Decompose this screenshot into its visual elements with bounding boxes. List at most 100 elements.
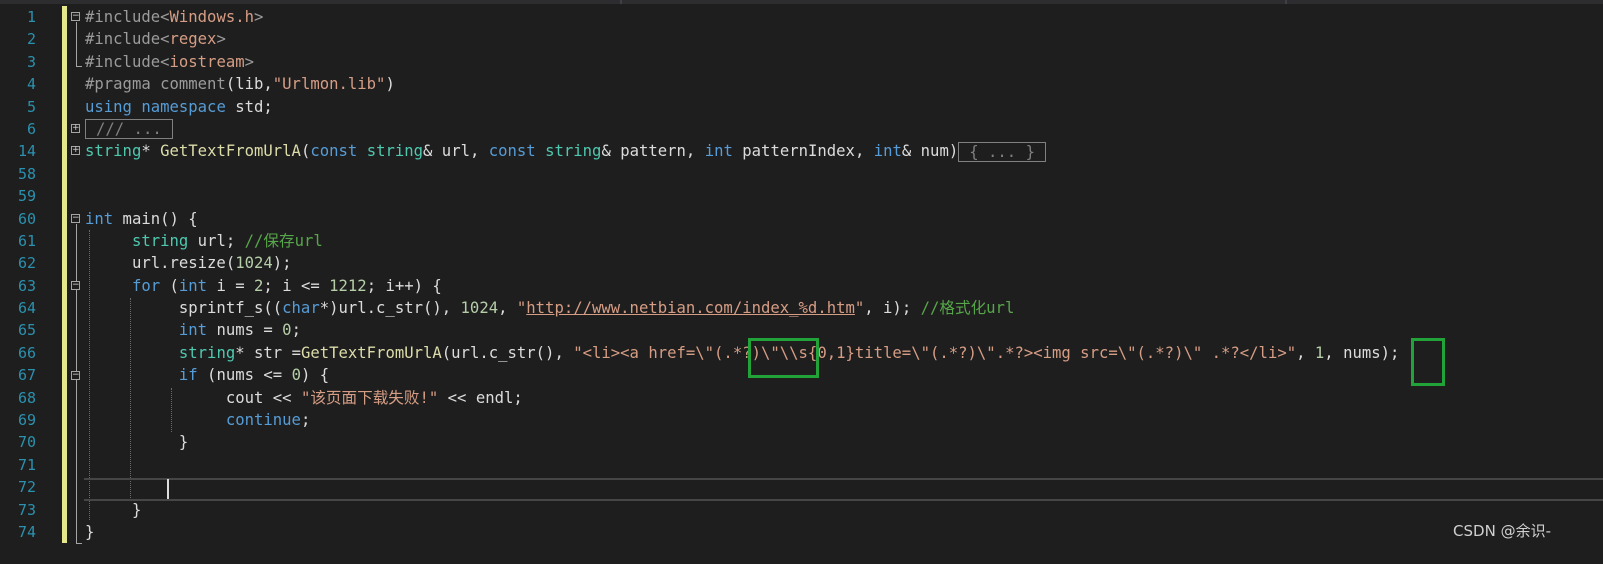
code-token: } (85, 500, 142, 519)
code-token: * str = (235, 343, 301, 362)
code-line[interactable]: /// ... (85, 118, 1399, 140)
code-token: "Urlmon.lib" (272, 75, 386, 94)
code-token: int (85, 209, 114, 228)
code-token: " (854, 299, 865, 318)
code-token: & num) (901, 142, 959, 161)
code-token: regex (169, 30, 217, 49)
code-token: namespace (141, 97, 226, 116)
line-number: 72 (17, 478, 36, 497)
code-token: string (85, 142, 142, 161)
collapsed-region[interactable]: /// ... (85, 119, 173, 140)
collapse-toggle-icon[interactable]: − (71, 371, 80, 380)
editor-top-strip (0, 0, 1603, 4)
code-token: > (254, 8, 264, 26)
code-line[interactable]: string url; //保存url (85, 230, 1399, 252)
code-token: GetTextFromUrlA (160, 142, 301, 161)
line-number: 4 (26, 75, 36, 94)
code-line[interactable]: string* str =GetTextFromUrlA(url.c_str()… (85, 342, 1400, 364)
code-token: , i); (864, 299, 921, 318)
code-token: i = (207, 276, 255, 295)
code-token: string (178, 343, 236, 362)
code-line[interactable]: int nums = 0; (85, 319, 1399, 341)
code-line[interactable] (85, 185, 1399, 207)
code-token: "该页面下载失败!" (300, 388, 439, 407)
code-line[interactable]: url.resize(1024); (85, 252, 1399, 274)
text-caret (167, 479, 169, 499)
expand-toggle-icon[interactable]: + (71, 146, 80, 155)
code-token: using (85, 97, 132, 116)
code-token: continue (225, 411, 301, 430)
collapse-toggle-icon[interactable]: − (71, 12, 80, 21)
line-number: 66 (17, 343, 36, 362)
code-line[interactable]: string* GetTextFromUrlA(const string& ur… (85, 140, 1399, 162)
code-token: ); (272, 254, 292, 273)
code-token: , nums); (1324, 343, 1400, 362)
code-line[interactable]: #include<Windows.h> (85, 6, 1399, 28)
code-token: int (704, 142, 733, 161)
code-token: ) (385, 75, 395, 94)
collapsed-region[interactable]: { ... } (958, 141, 1046, 162)
code-token: << endl; (438, 388, 523, 407)
code-token: 1024 (460, 299, 499, 318)
code-line[interactable]: sprintf_s((char*)url.c_str(), 1024, "htt… (85, 297, 1399, 319)
top-strip-separator (620, 0, 622, 4)
line-number: 2 (26, 30, 36, 49)
code-token: string (131, 231, 189, 250)
code-line[interactable]: int main() { (85, 208, 1399, 230)
code-token: ; (300, 411, 311, 430)
highlight-box-capture-group (748, 338, 819, 378)
line-number: 63 (17, 276, 36, 295)
code-line[interactable] (85, 163, 1399, 185)
code-line[interactable]: #include<regex> (85, 28, 1399, 50)
code-token: int (178, 276, 208, 295)
code-token: , (498, 299, 517, 318)
code-token: 1 (1314, 343, 1325, 362)
code-token: 1212 (329, 276, 367, 295)
code-token: 2 (254, 276, 264, 295)
watermark: CSDN @余识- (1453, 522, 1551, 540)
code-line[interactable]: cout << "该页面下载失败!" << endl; (85, 387, 1399, 409)
line-number: 68 (17, 388, 36, 407)
code-line[interactable] (85, 454, 1399, 476)
code-line[interactable]: for (int i = 2; i <= 1212; i++) { (85, 275, 1399, 297)
code-line[interactable]: } (85, 521, 1399, 543)
change-indicator-bar (62, 6, 67, 543)
code-line[interactable]: } (85, 431, 1399, 453)
code-token: ( (300, 142, 311, 161)
line-number: 69 (17, 411, 36, 430)
line-number: 6 (26, 119, 36, 138)
line-number: 61 (17, 231, 36, 250)
collapse-toggle-icon[interactable]: − (71, 214, 80, 223)
code-token: //格式化url (920, 299, 1015, 318)
collapse-toggle-icon[interactable]: − (71, 281, 80, 290)
code-line[interactable] (85, 476, 1399, 498)
code-token: url.resize( (85, 254, 236, 273)
code-line[interactable]: #pragma comment(lib,"Urlmon.lib") (85, 73, 1399, 95)
code-token: if (178, 366, 198, 385)
code-token: iostream (169, 52, 245, 71)
code-token: const (310, 142, 358, 161)
line-number: 5 (26, 97, 36, 116)
code-token: ; i <= (263, 276, 330, 295)
code-area[interactable]: #include<Windows.h> #include<regex> #inclu… (85, 6, 1399, 543)
expand-toggle-icon[interactable]: + (71, 124, 80, 133)
code-token: ) { (300, 366, 330, 385)
code-line[interactable]: continue; (85, 409, 1399, 431)
code-line[interactable]: } (85, 499, 1399, 521)
code-line[interactable]: using namespace std; (85, 96, 1399, 118)
code-line[interactable]: if (nums <= 0) { (85, 364, 1399, 386)
code-token: #include< (85, 8, 170, 26)
code-line[interactable]: #include<iostream> (85, 51, 1399, 73)
code-token: (url.c_str(), (441, 343, 574, 362)
line-number: 59 (17, 187, 36, 206)
code-token: //保存url (244, 231, 323, 250)
code-token: string (545, 142, 602, 161)
code-editor[interactable]: 1 2 3 4 5 6 14 58 59 60 61 62 63 64 65 66 67 68 69 70 71 72 73… (0, 0, 1603, 564)
line-number: 64 (17, 299, 36, 318)
code-token: int (178, 321, 208, 340)
code-token: #include< (85, 30, 170, 49)
code-token: for (131, 276, 161, 295)
